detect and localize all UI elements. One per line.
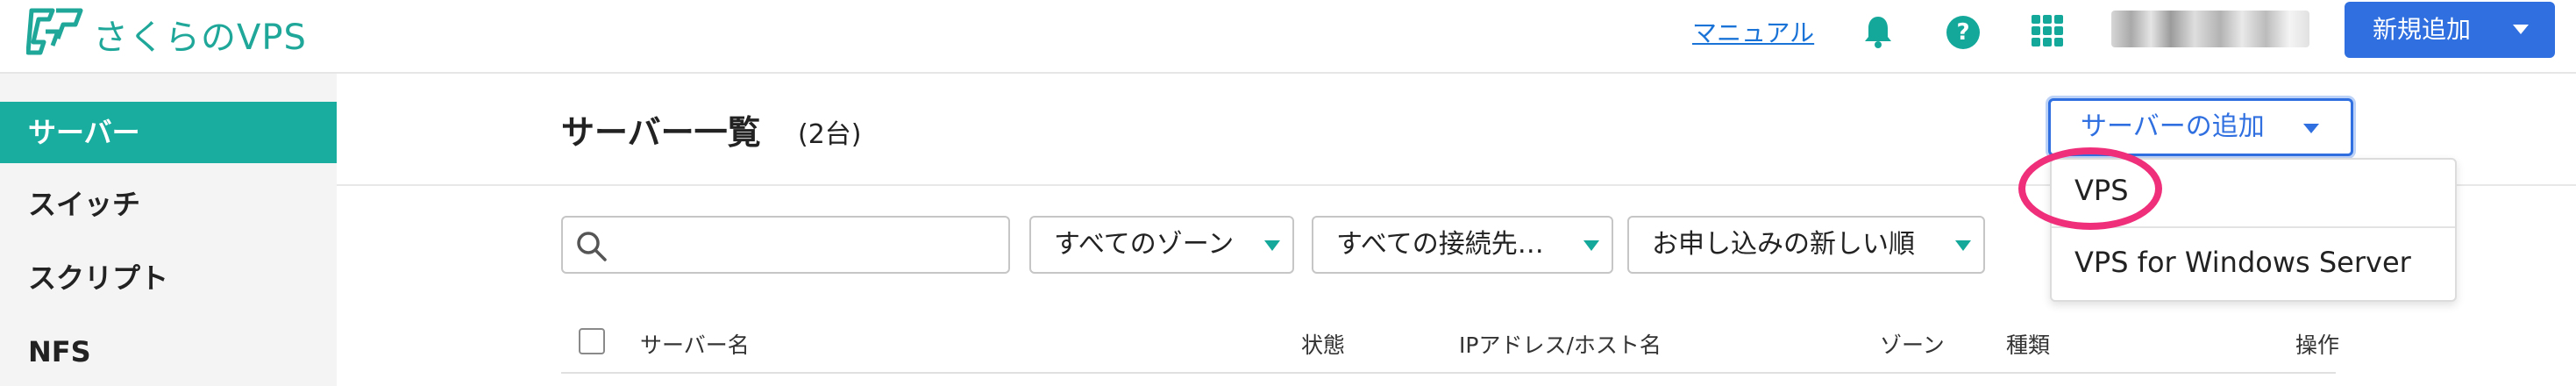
column-header-status[interactable]: 状態	[1301, 328, 1345, 360]
column-header-type[interactable]: 種類	[2006, 328, 2050, 360]
chevron-down-icon	[1264, 240, 1280, 251]
connection-select[interactable]: すべての接続先…	[1312, 216, 1613, 274]
add-server-button-label: サーバーの追加	[2081, 111, 2265, 142]
help-icon[interactable]: ?	[1946, 16, 1980, 49]
sidebar-item-servers[interactable]: サーバー	[0, 102, 337, 163]
chevron-down-icon	[2303, 124, 2319, 133]
page-title: サーバー一覧	[561, 113, 761, 152]
sort-select-label: お申し込みの新しい順	[1652, 229, 1915, 260]
highlight-circle	[2018, 147, 2162, 230]
search-icon	[577, 232, 607, 261]
column-header-actions: 操作	[2295, 332, 2340, 358]
column-header-ip-host[interactable]: IPアドレス/ホスト名	[1459, 328, 1662, 360]
connection-select-label: すべての接続先…	[1336, 229, 1544, 260]
account-name-blurred[interactable]	[2111, 11, 2309, 47]
column-header-server-name[interactable]: サーバー名	[640, 328, 750, 360]
server-count: (2台)	[798, 119, 862, 150]
sidebar-item-switches[interactable]: スイッチ	[0, 174, 337, 235]
search-input[interactable]	[617, 226, 998, 267]
logo-text[interactable]: さくらのVPS	[93, 9, 307, 60]
column-header-zone[interactable]: ゾーン	[1880, 328, 1945, 360]
zone-select-label: すべてのゾーン	[1054, 229, 1235, 260]
sidebar-item-nfs[interactable]: NFS	[0, 321, 337, 382]
table-header-divider	[561, 372, 2336, 374]
sort-select[interactable]: お申し込みの新しい順	[1627, 216, 1985, 274]
new-add-button-label: 新規追加	[2373, 15, 2472, 44]
menu-item-vps-windows[interactable]: VPS for Windows Server	[2074, 246, 2411, 279]
search-box[interactable]	[561, 216, 1010, 274]
chevron-down-icon	[2513, 25, 2529, 34]
select-all-checkbox[interactable]	[579, 328, 605, 354]
manual-link[interactable]: マニュアル	[1692, 14, 1814, 49]
apps-icon[interactable]	[2031, 14, 2064, 47]
chevron-down-icon	[1955, 240, 1971, 251]
sidebar: サーバー スイッチ スクリプト NFS	[0, 74, 337, 386]
new-add-button[interactable]: 新規追加	[2345, 2, 2555, 58]
sidebar-item-scripts[interactable]: スクリプト	[0, 247, 337, 309]
bell-icon[interactable]	[1862, 14, 1894, 49]
logo-icon[interactable]	[26, 7, 84, 56]
zone-select[interactable]: すべてのゾーン	[1029, 216, 1294, 274]
chevron-down-icon	[1583, 240, 1599, 251]
